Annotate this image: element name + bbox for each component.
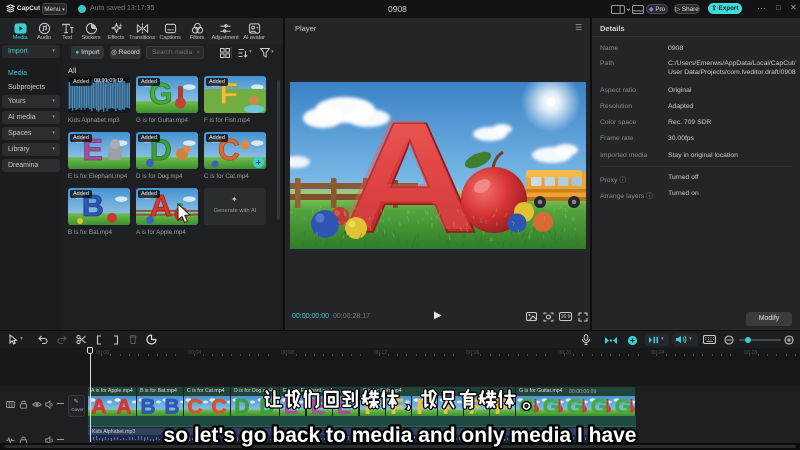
svg-text:so let's go back to media and: so let's go back to media and only media… [164,424,637,447]
svg-text:C: C [187,396,202,416]
svg-text:A: A [116,396,131,416]
svg-text:G: G [591,396,607,416]
svg-text:G: G [567,396,583,416]
svg-text:A: A [91,396,106,416]
svg-text:D: D [234,396,249,416]
svg-text:G: G [615,396,631,416]
svg-text:B: B [140,396,155,416]
svg-text:G: G [543,396,559,416]
svg-text:C: C [211,396,226,416]
svg-text:B: B [164,396,179,416]
